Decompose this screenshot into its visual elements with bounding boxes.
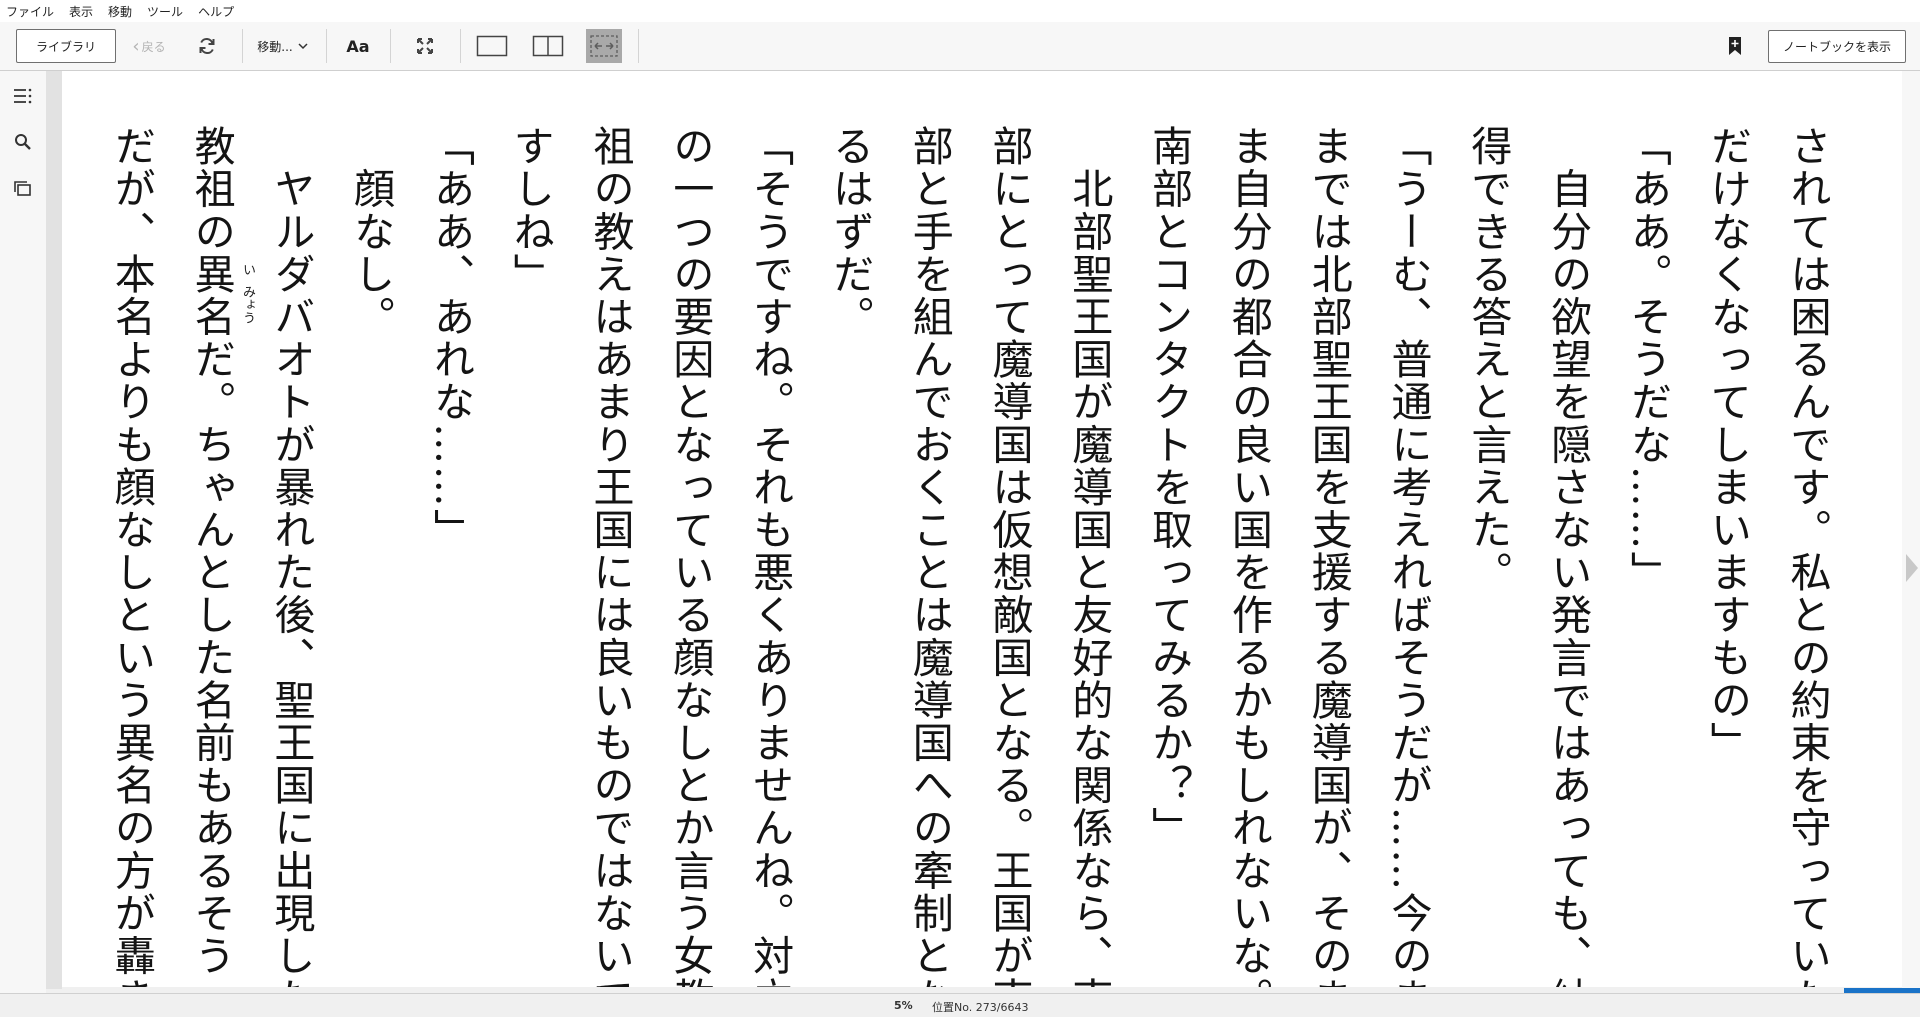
text-line: 部にとって魔導国は仮想敵国となる。王国が南	[985, 125, 1034, 987]
text-line: だけなくなってしまいますもの」	[1703, 125, 1752, 764]
toolbar-separator	[460, 29, 461, 63]
fit-width-icon	[590, 35, 618, 57]
menu-view[interactable]: 表示	[69, 3, 93, 20]
toolbar-separator	[242, 29, 243, 63]
page-gutter	[46, 71, 62, 989]
chevron-left-icon: ‹	[132, 35, 140, 57]
single-page-button[interactable]	[474, 31, 510, 61]
sync-button[interactable]	[193, 32, 221, 60]
refresh-icon	[199, 37, 215, 55]
text-line: 「ああ。そうだな……」	[1623, 125, 1672, 594]
back-button[interactable]: ‹ 戻る	[126, 32, 172, 60]
two-column-icon	[532, 35, 564, 57]
menu-file[interactable]: ファイル	[6, 3, 54, 20]
show-notebook-button[interactable]: ノートブックを表示	[1768, 30, 1906, 63]
status-bar: 5% 位置No. 273/6643	[0, 994, 1920, 1017]
table-of-contents-button[interactable]	[12, 85, 34, 107]
toolbar-separator	[390, 29, 391, 63]
reading-progress-bar[interactable]	[1844, 988, 1920, 993]
right-margin	[1902, 71, 1920, 993]
menu-go[interactable]: 移動	[108, 3, 132, 20]
two-page-button[interactable]	[530, 31, 566, 61]
text-line: 顔なし。	[346, 125, 395, 338]
menu-bar: ファイル 表示 移動 ツール ヘルプ	[0, 0, 1920, 22]
caret-right-icon	[1906, 554, 1918, 582]
auto-width-button[interactable]	[586, 29, 622, 63]
book-text: されては困るんです。私との約束を守っていた だけなくなってしまいますもの」 「あ…	[90, 125, 1846, 987]
fullscreen-icon	[417, 38, 433, 54]
bookmark-add-icon	[1729, 37, 1741, 55]
text-line: されては困るんです。私との約束を守っていた	[1783, 125, 1831, 987]
text-line: までは北部聖王国を支援する魔導国が、そのま	[1304, 125, 1353, 987]
goto-button[interactable]: 移動...	[252, 32, 314, 60]
single-column-icon	[476, 35, 508, 57]
text-line: 南部とコンタクトを取ってみるか？」	[1144, 125, 1193, 850]
text-line: の一つの要因となっている顔なしとか言う女教	[665, 125, 714, 987]
text-line: 「うーむ、普通に考えればそうだが……今のま	[1384, 125, 1433, 987]
text-line: 祖の教えはあまり王国には良いものではないで	[586, 125, 635, 987]
text-line: 得できる答えと言えた。	[1463, 125, 1512, 594]
font-settings-button[interactable]: Aa	[342, 32, 374, 60]
menu-tools[interactable]: ツール	[147, 3, 183, 20]
text-line: ヤルダバオトが暴れた後、聖王国に出現した	[266, 125, 315, 987]
text-line: ま自分の都合の良い国を作るかもしれないな。	[1224, 125, 1273, 987]
menu-help[interactable]: ヘルプ	[198, 3, 234, 20]
bookmark-button[interactable]	[1722, 32, 1748, 60]
toc-icon	[14, 88, 32, 104]
text-line: 部と手を組んでおくことは魔導国への牽制とな	[905, 125, 954, 987]
library-button[interactable]: ライブラリ	[16, 29, 116, 63]
back-label: 戻る	[141, 39, 166, 54]
toolbar: ライブラリ ‹ 戻る 移動... Aa ノートブックを表示	[0, 22, 1920, 71]
text-line: すしね」	[506, 125, 555, 296]
text-line: 「そうですね。それも悪くありませんね。対立	[745, 125, 794, 987]
next-page-button[interactable]	[1904, 552, 1920, 584]
toolbar-separator	[638, 29, 639, 63]
side-rail	[0, 71, 46, 993]
location-indicator: 位置No. 273/6643	[932, 1001, 1029, 1014]
progress-percent: 5%	[894, 999, 913, 1012]
search-button[interactable]	[12, 131, 34, 153]
toolbar-separator	[326, 29, 327, 63]
text-line: だが、本名よりも顔なしという異名の方が轟き	[107, 125, 156, 987]
furigana: い	[240, 263, 255, 276]
flashcards-button[interactable]	[12, 178, 34, 200]
text-line: 教祖の異名だ。ちゃんとした名前もあるそう	[187, 125, 236, 977]
furigana: みょう	[240, 285, 255, 324]
fullscreen-button[interactable]	[410, 32, 440, 60]
text-line: 北部聖王国が魔導国と友好的な関係なら、南	[1064, 125, 1113, 987]
search-icon	[15, 134, 31, 150]
reading-page[interactable]: されては困るんです。私との約束を守っていた だけなくなってしまいますもの」 「あ…	[62, 71, 1902, 987]
flashcards-icon	[14, 181, 31, 196]
goto-label: 移動...	[257, 39, 293, 54]
text-line: 自分の欲望を隠さない発言ではあっても、納	[1543, 125, 1592, 987]
chevron-down-icon	[298, 43, 308, 50]
text-line: るはずだ。	[825, 125, 874, 338]
text-line: 「ああ、あれな……」	[426, 125, 475, 551]
